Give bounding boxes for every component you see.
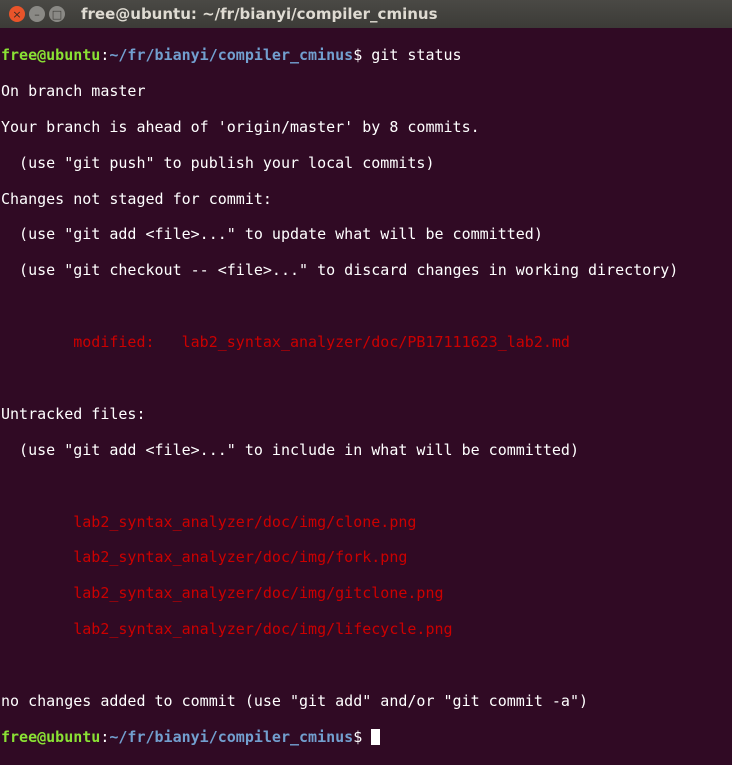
output-line: Untracked files: — [1, 404, 146, 423]
output-line: Changes not staged for commit: — [1, 189, 272, 208]
text-cursor — [371, 728, 381, 745]
title-bar: × – □ free@ubuntu: ~/fr/bianyi/compiler_… — [0, 0, 732, 28]
prompt-line: free@ubuntu:~/fr/bianyi/compiler_cminus$ — [1, 727, 732, 747]
close-button[interactable]: × — [9, 6, 25, 22]
prompt-sep: : — [100, 727, 110, 746]
untracked-file: lab2_syntax_analyzer/doc/img/lifecycle.p… — [1, 620, 453, 639]
output-line: Your branch is ahead of 'origin/master' … — [1, 117, 480, 136]
untracked-file: lab2_syntax_analyzer/doc/img/clone.png — [1, 512, 417, 531]
prompt-path: ~/fr/bianyi/compiler_cminus — [109, 45, 354, 64]
prompt-user: free@ubuntu — [1, 45, 101, 64]
prompt-symbol: $ — [353, 727, 372, 746]
prompt-symbol: $ — [353, 45, 372, 64]
untracked-file: lab2_syntax_analyzer/doc/img/gitclone.pn… — [1, 584, 444, 603]
minimize-button[interactable]: – — [29, 6, 45, 22]
maximize-button[interactable]: □ — [49, 6, 65, 22]
output-line: (use "git add <file>..." to include in w… — [1, 440, 579, 459]
output-line: On branch master — [1, 81, 146, 100]
modified-file: modified: lab2_syntax_analyzer/doc/PB171… — [1, 333, 570, 352]
command-text: git status — [371, 45, 462, 64]
footer-line: no changes added to commit (use "git add… — [1, 691, 588, 710]
prompt-line: free@ubuntu:~/fr/bianyi/compiler_cminus$… — [1, 45, 732, 65]
window-title: free@ubuntu: ~/fr/bianyi/compiler_cminus — [81, 5, 438, 23]
output-line: (use "git checkout -- <file>..." to disc… — [1, 261, 679, 280]
output-line: (use "git push" to publish your local co… — [1, 153, 435, 172]
prompt-user: free@ubuntu — [1, 727, 101, 746]
prompt-path: ~/fr/bianyi/compiler_cminus — [109, 727, 354, 746]
untracked-file: lab2_syntax_analyzer/doc/img/fork.png — [1, 548, 408, 567]
output-line: (use "git add <file>..." to update what … — [1, 225, 543, 244]
terminal-area[interactable]: free@ubuntu:~/fr/bianyi/compiler_cminus$… — [0, 28, 732, 765]
